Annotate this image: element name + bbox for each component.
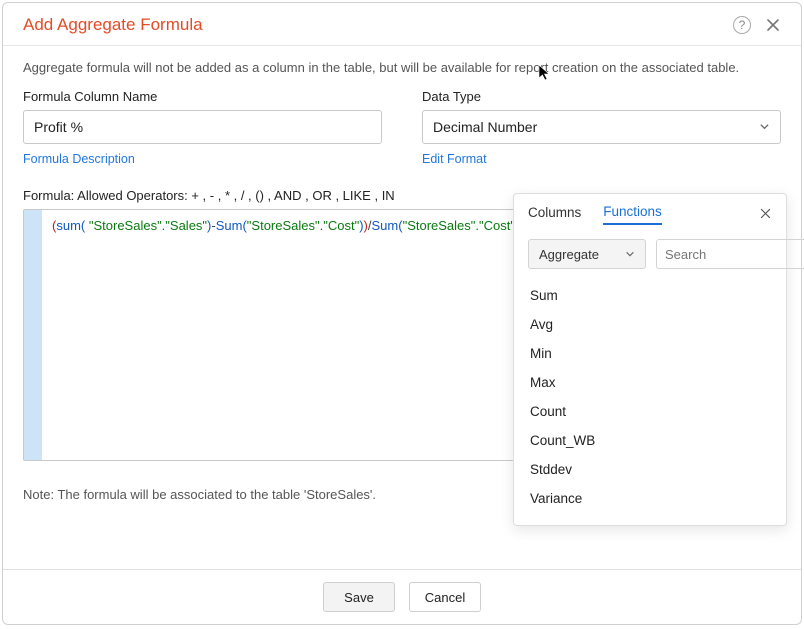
formula-name-input[interactable]: [23, 110, 382, 144]
data-type-label: Data Type: [422, 89, 781, 104]
data-type-field: Data Type Decimal Number Edit Format: [422, 89, 781, 166]
function-item[interactable]: Count_WB: [528, 426, 772, 455]
data-type-select[interactable]: Decimal Number: [422, 110, 781, 144]
tab-functions[interactable]: Functions: [603, 204, 662, 225]
formula-description-link[interactable]: Formula Description: [23, 152, 382, 166]
add-aggregate-formula-dialog: Add Aggregate Formula ? Aggregate formul…: [2, 2, 802, 625]
function-list: SumAvgMinMaxCountCount_WBStddevVariance: [528, 281, 772, 513]
popover-controls: Aggregate: [528, 239, 772, 269]
edit-format-link[interactable]: Edit Format: [422, 152, 781, 166]
function-category-value: Aggregate: [539, 247, 599, 262]
functions-popover: Columns Functions Aggregate: [513, 193, 787, 526]
intro-text: Aggregate formula will not be added as a…: [23, 60, 781, 75]
function-item[interactable]: Min: [528, 339, 772, 368]
dialog-header: Add Aggregate Formula ?: [3, 3, 801, 46]
popover-close-icon[interactable]: [759, 207, 772, 223]
header-actions: ?: [733, 16, 781, 34]
function-search-input[interactable]: [665, 247, 804, 262]
chevron-down-icon: [625, 247, 635, 262]
function-item[interactable]: Count: [528, 397, 772, 426]
cancel-button[interactable]: Cancel: [409, 582, 481, 612]
fields-row: Formula Column Name Formula Description …: [23, 89, 781, 166]
popover-tabs: Columns Functions: [528, 204, 772, 225]
formula-editor-wrap: (sum( "StoreSales"."Sales")-Sum("StoreSa…: [23, 209, 781, 461]
tab-columns[interactable]: Columns: [528, 205, 581, 224]
editor-gutter: [24, 210, 42, 460]
formula-name-label: Formula Column Name: [23, 89, 382, 104]
function-item[interactable]: Variance: [528, 484, 772, 513]
function-item[interactable]: Stddev: [528, 455, 772, 484]
close-icon[interactable]: [765, 17, 781, 33]
chevron-down-icon: [759, 119, 770, 135]
dialog-body: Aggregate formula will not be added as a…: [3, 46, 801, 569]
function-item[interactable]: Avg: [528, 310, 772, 339]
help-icon[interactable]: ?: [733, 16, 751, 34]
formula-code[interactable]: (sum( "StoreSales"."Sales")-Sum("StoreSa…: [42, 210, 556, 460]
formula-name-field: Formula Column Name Formula Description: [23, 89, 382, 166]
dialog-footer: Save Cancel: [3, 569, 801, 624]
function-search[interactable]: [656, 239, 804, 269]
function-item[interactable]: Max: [528, 368, 772, 397]
data-type-value: Decimal Number: [433, 119, 537, 135]
function-category-select[interactable]: Aggregate: [528, 239, 646, 269]
save-button[interactable]: Save: [323, 582, 395, 612]
dialog-title: Add Aggregate Formula: [23, 15, 733, 35]
function-item[interactable]: Sum: [528, 281, 772, 310]
